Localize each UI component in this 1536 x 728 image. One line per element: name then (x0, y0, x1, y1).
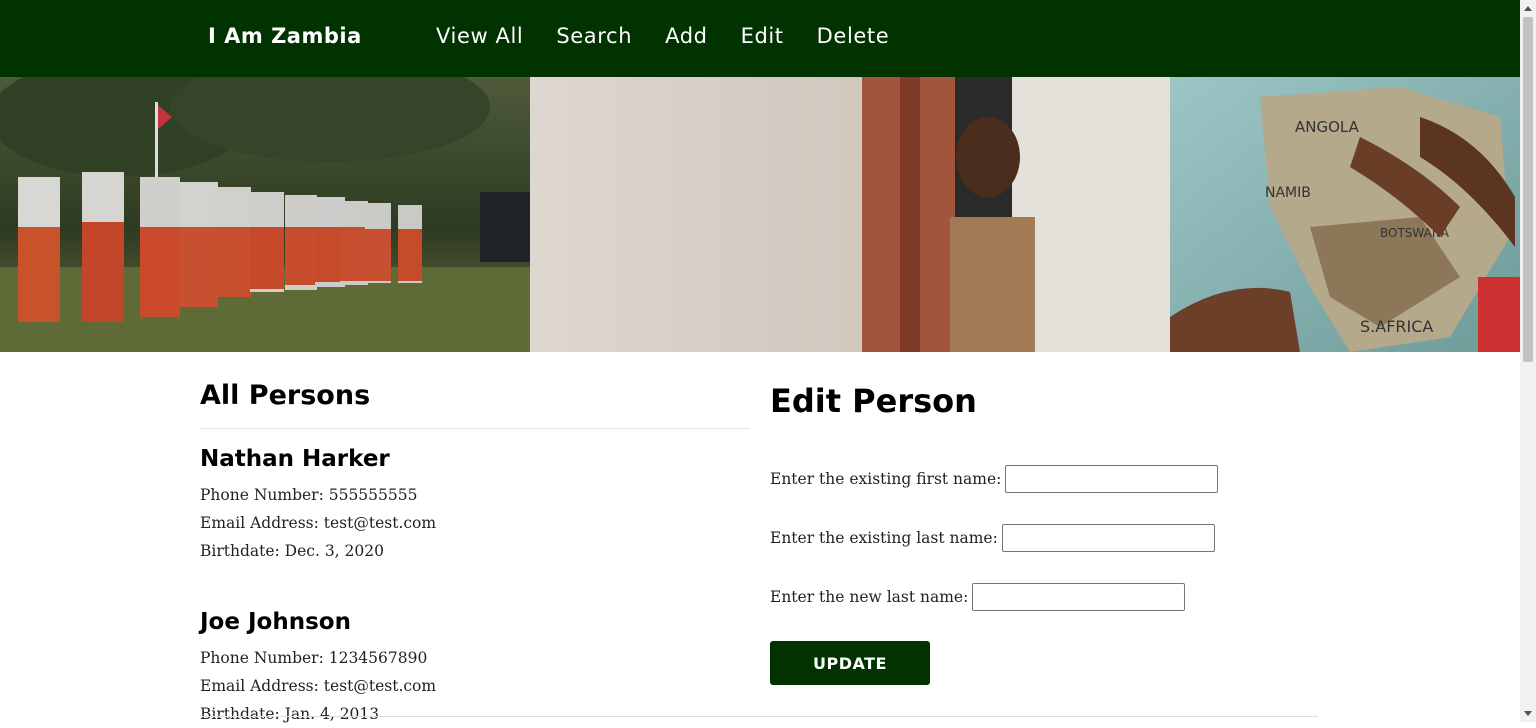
person-birthdate: Birthdate: Jan. 4, 2013 (200, 705, 380, 723)
brand-link[interactable]: I Am Zambia (208, 24, 362, 48)
all-persons-section: All Persons Nathan Harker Phone Number: … (200, 380, 750, 728)
last-name-label: Enter the existing last name: (770, 529, 998, 547)
top-navbar: I Am Zambia View All Search Add Edit Del… (0, 0, 1520, 77)
person-phone: Phone Number: 1234567890 (200, 649, 428, 667)
last-name-row: Enter the existing last name: (770, 523, 1330, 553)
scroll-up-arrow-icon[interactable] (1524, 6, 1532, 11)
nav-add[interactable]: Add (665, 24, 707, 48)
new-last-name-row: Enter the new last name: (770, 582, 1330, 612)
scroll-thumb[interactable] (1523, 17, 1533, 362)
edit-person-title: Edit Person (770, 382, 977, 420)
hero-banner-image: ANGOLA NAMIB BOTSWANA S.AFRICA (0, 77, 1520, 352)
nav-edit[interactable]: Edit (741, 24, 784, 48)
nav-delete[interactable]: Delete (817, 24, 890, 48)
scroll-down-arrow-icon[interactable] (1524, 711, 1532, 716)
footer-divider (200, 716, 1318, 717)
new-last-name-label: Enter the new last name: (770, 588, 969, 606)
map-label-namibia: NAMIB (1265, 185, 1311, 201)
map-label-angola: ANGOLA (1295, 118, 1360, 136)
edit-person-form: Edit Person Enter the existing first nam… (770, 382, 1330, 685)
new-last-name-input[interactable] (972, 583, 1186, 611)
person-email: Email Address: test@test.com (200, 677, 437, 695)
nav-search[interactable]: Search (556, 24, 632, 48)
person-phone: Phone Number: 555555555 (200, 486, 418, 504)
all-persons-title: All Persons (200, 380, 371, 411)
nav-view-all[interactable]: View All (436, 24, 523, 48)
person-name: Nathan Harker (200, 446, 390, 472)
nav-links: View All Search Add Edit Delete (436, 24, 889, 48)
first-name-label: Enter the existing first name: (770, 470, 1002, 488)
person-email: Email Address: test@test.com (200, 514, 437, 532)
existing-last-name-input[interactable] (1001, 524, 1215, 552)
update-button[interactable]: UPDATE (770, 641, 930, 685)
map-label-south-africa: S.AFRICA (1360, 317, 1433, 336)
person-name: Joe Johnson (200, 609, 351, 635)
first-name-row: Enter the existing first name: (770, 464, 1330, 494)
person-card: Joe Johnson Phone Number: 1234567890 Ema… (200, 609, 750, 728)
person-birthdate: Birthdate: Dec. 3, 2020 (200, 542, 384, 560)
section-divider (200, 428, 750, 429)
existing-first-name-input[interactable] (1005, 465, 1219, 493)
person-card: Nathan Harker Phone Number: 555555555 Em… (200, 446, 750, 565)
page-scrollbar[interactable] (1520, 0, 1536, 722)
